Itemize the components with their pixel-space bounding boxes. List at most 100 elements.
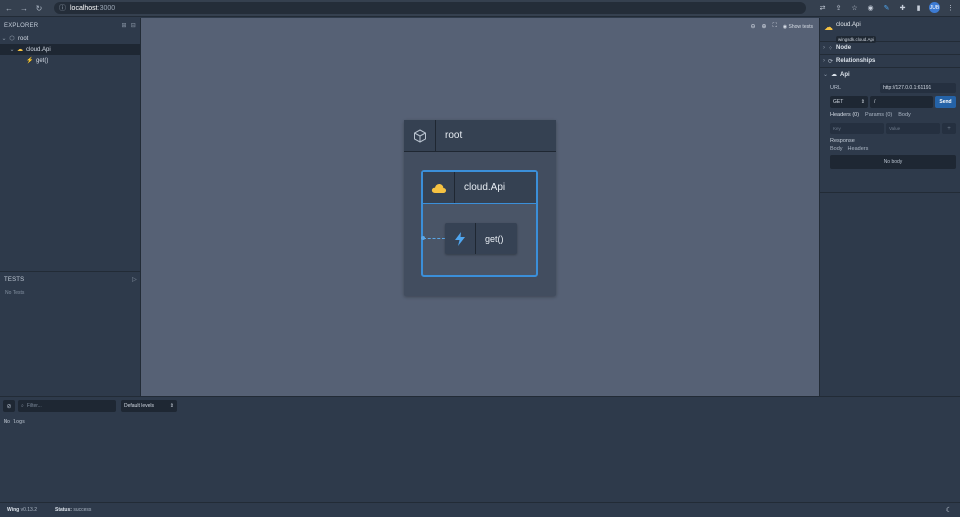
inspector-panel: ☁ cloud.Api wingsdk.cloud.Api › ⁘ Node ›… [819,18,960,396]
tab-params[interactable]: Params (0) [865,112,892,121]
browser-extension-icons: ⇄ ⇪ ☆ ◉ ✎ ✚ ▮ JUB ⋮ [817,2,956,13]
root-node-title: root [445,130,463,141]
api-section-body: URL http://127.0.0.1:61191 GET ⇕ / Send … [820,81,960,193]
add-header-icon[interactable]: + [942,123,956,134]
resource-name: cloud.Api [836,22,861,28]
path-input[interactable]: / [870,96,933,108]
zoom-in-icon[interactable]: ⊕ [762,23,767,30]
log-filter-input[interactable]: ⌕ Filter... [18,400,116,412]
section-api[interactable]: ⌄ ☁ Api [820,68,960,81]
share-icon[interactable]: ⇪ [833,2,844,13]
method-select[interactable]: GET ⇕ [830,96,868,108]
tab-body[interactable]: Body [898,112,911,121]
section-label: Relationships [836,58,876,64]
translate-icon[interactable]: ⇄ [817,2,828,13]
clear-logs-icon[interactable]: ⊘ [3,400,15,412]
url-value[interactable]: http://127.0.0.1:61191 [880,82,956,93]
response-tab-body[interactable]: Body [830,146,843,152]
box-icon: ⬡ [9,36,15,42]
explorer-panel: EXPLORER ⊞ ⊟ ⌄ ⬡ root ⌄ ☁ cloud.Api ⚡ ge… [0,18,141,396]
resource-type-badge: wingsdk.cloud.Api [836,36,877,43]
extension-blue-icon[interactable]: ✎ [881,2,892,13]
cube-icon [404,120,436,151]
eye-icon: ◉ [782,23,788,30]
info-icon: ⓘ [59,5,66,12]
theme-toggle-icon[interactable]: ☾ [946,506,952,514]
browser-toolbar: ← → ↻ ⓘ localhost:3000 ⇄ ⇪ ☆ ◉ ✎ ✚ ▮ JUB… [0,0,960,17]
connector-line [423,238,445,239]
app-version: v0.13.2 [20,507,37,513]
root-node[interactable]: root cloud.Api get() [404,120,556,296]
tab-headers[interactable]: Headers (0) [830,112,859,121]
tree-item-root[interactable]: ⌄ ⬡ root [0,33,140,44]
show-tests-button[interactable]: ◉ Show tests [783,24,813,30]
zoom-out-icon[interactable]: ⊖ [751,23,756,30]
log-levels-select[interactable]: Default levels ⇕ [121,400,177,412]
node-icon: ⁘ [828,45,834,52]
address-bar[interactable]: ⓘ localhost:3000 [54,2,806,14]
tree-item-label: cloud.Api [26,46,51,53]
header-kv-row: Key Value + [830,123,956,134]
chevron-right-icon: › [823,45,825,51]
explorer-header: EXPLORER ⊞ ⊟ [0,18,140,33]
profile-avatar[interactable]: JUB [929,2,940,13]
no-tests-text: No Tests [5,290,25,296]
root-node-header[interactable]: root [404,120,556,152]
logs-toolbar: ⊘ ⌕ Filter... Default levels ⇕ [0,397,960,415]
logs-panel: ⊘ ⌕ Filter... Default levels ⇕ No logs [0,396,960,502]
cloud-icon: ☁ [17,47,23,53]
cloud-api-node-header[interactable]: cloud.Api [423,172,536,204]
get-endpoint-node[interactable]: get() [445,223,517,254]
relationships-icon: ⟳ [828,58,834,65]
forward-arrow-icon[interactable]: → [18,2,30,14]
response-body: No body [830,155,956,169]
chevron-down-icon: ⌄ [823,72,829,78]
chevron-down-icon[interactable]: ⌄ [8,46,16,53]
send-button[interactable]: Send [935,96,956,108]
cloud-icon [423,172,455,203]
bolt-icon: ⚡ [26,58,34,64]
expand-all-icon[interactable]: ⊞ [122,22,127,29]
response-label: Response [830,138,855,144]
fit-view-icon[interactable]: ⛶ [773,23,777,30]
reload-icon[interactable]: ↻ [33,2,45,14]
url-label: URL [830,84,842,91]
back-arrow-icon[interactable]: ← [3,2,15,14]
response-tabs: Body Headers [830,146,956,152]
puzzle-icon[interactable]: ✚ [897,2,908,13]
key-input[interactable]: Key [830,123,884,134]
section-label: Api [840,71,850,78]
sidebar-icon[interactable]: ▮ [913,2,924,13]
url-row: URL http://127.0.0.1:61191 [830,81,956,94]
tree-item-get[interactable]: ⚡ get() [0,55,140,66]
section-relationships[interactable]: › ⟳ Relationships [820,55,960,68]
canvas-toolbar: ⊖ ⊕ ⛶ ◉ Show tests [751,23,814,30]
cloud-icon: ☁ [824,22,833,32]
no-logs-text: No logs [4,419,26,425]
url-port: :3000 [97,4,116,12]
tree-item-label: root [18,35,29,42]
bookmark-star-icon[interactable]: ☆ [849,2,860,13]
value-input[interactable]: Value [886,123,940,134]
get-endpoint-title: get() [485,233,504,244]
bolt-icon [445,223,476,254]
chevron-right-icon: › [823,58,825,64]
collapse-all-icon[interactable]: ⊟ [131,22,136,29]
inspector-header: ☁ cloud.Api wingsdk.cloud.Api [820,18,960,43]
connector-dot [421,236,425,240]
more-menu-icon[interactable]: ⋮ [945,2,956,13]
cloud-api-node[interactable]: cloud.Api get() [421,170,538,277]
select-arrows-icon: ⇕ [860,99,865,105]
chevron-down-icon[interactable]: ⌄ [0,35,8,42]
tests-header: TESTS ▷ [0,272,141,287]
extension-icon[interactable]: ◉ [865,2,876,13]
tree-item-cloud-api[interactable]: ⌄ ☁ cloud.Api [0,44,140,55]
select-arrows-icon: ⇕ [169,403,174,409]
run-tests-icon[interactable]: ▷ [132,276,137,283]
search-icon: ⌕ [21,403,24,409]
map-canvas[interactable]: ⊖ ⊕ ⛶ ◉ Show tests root cloud.Api get() [141,18,819,396]
response-tab-headers[interactable]: Headers [848,146,869,152]
request-tabs: Headers (0) Params (0) Body [830,112,956,121]
tests-section: TESTS ▷ No Tests [0,271,141,296]
cloud-api-node-title: cloud.Api [464,182,506,193]
